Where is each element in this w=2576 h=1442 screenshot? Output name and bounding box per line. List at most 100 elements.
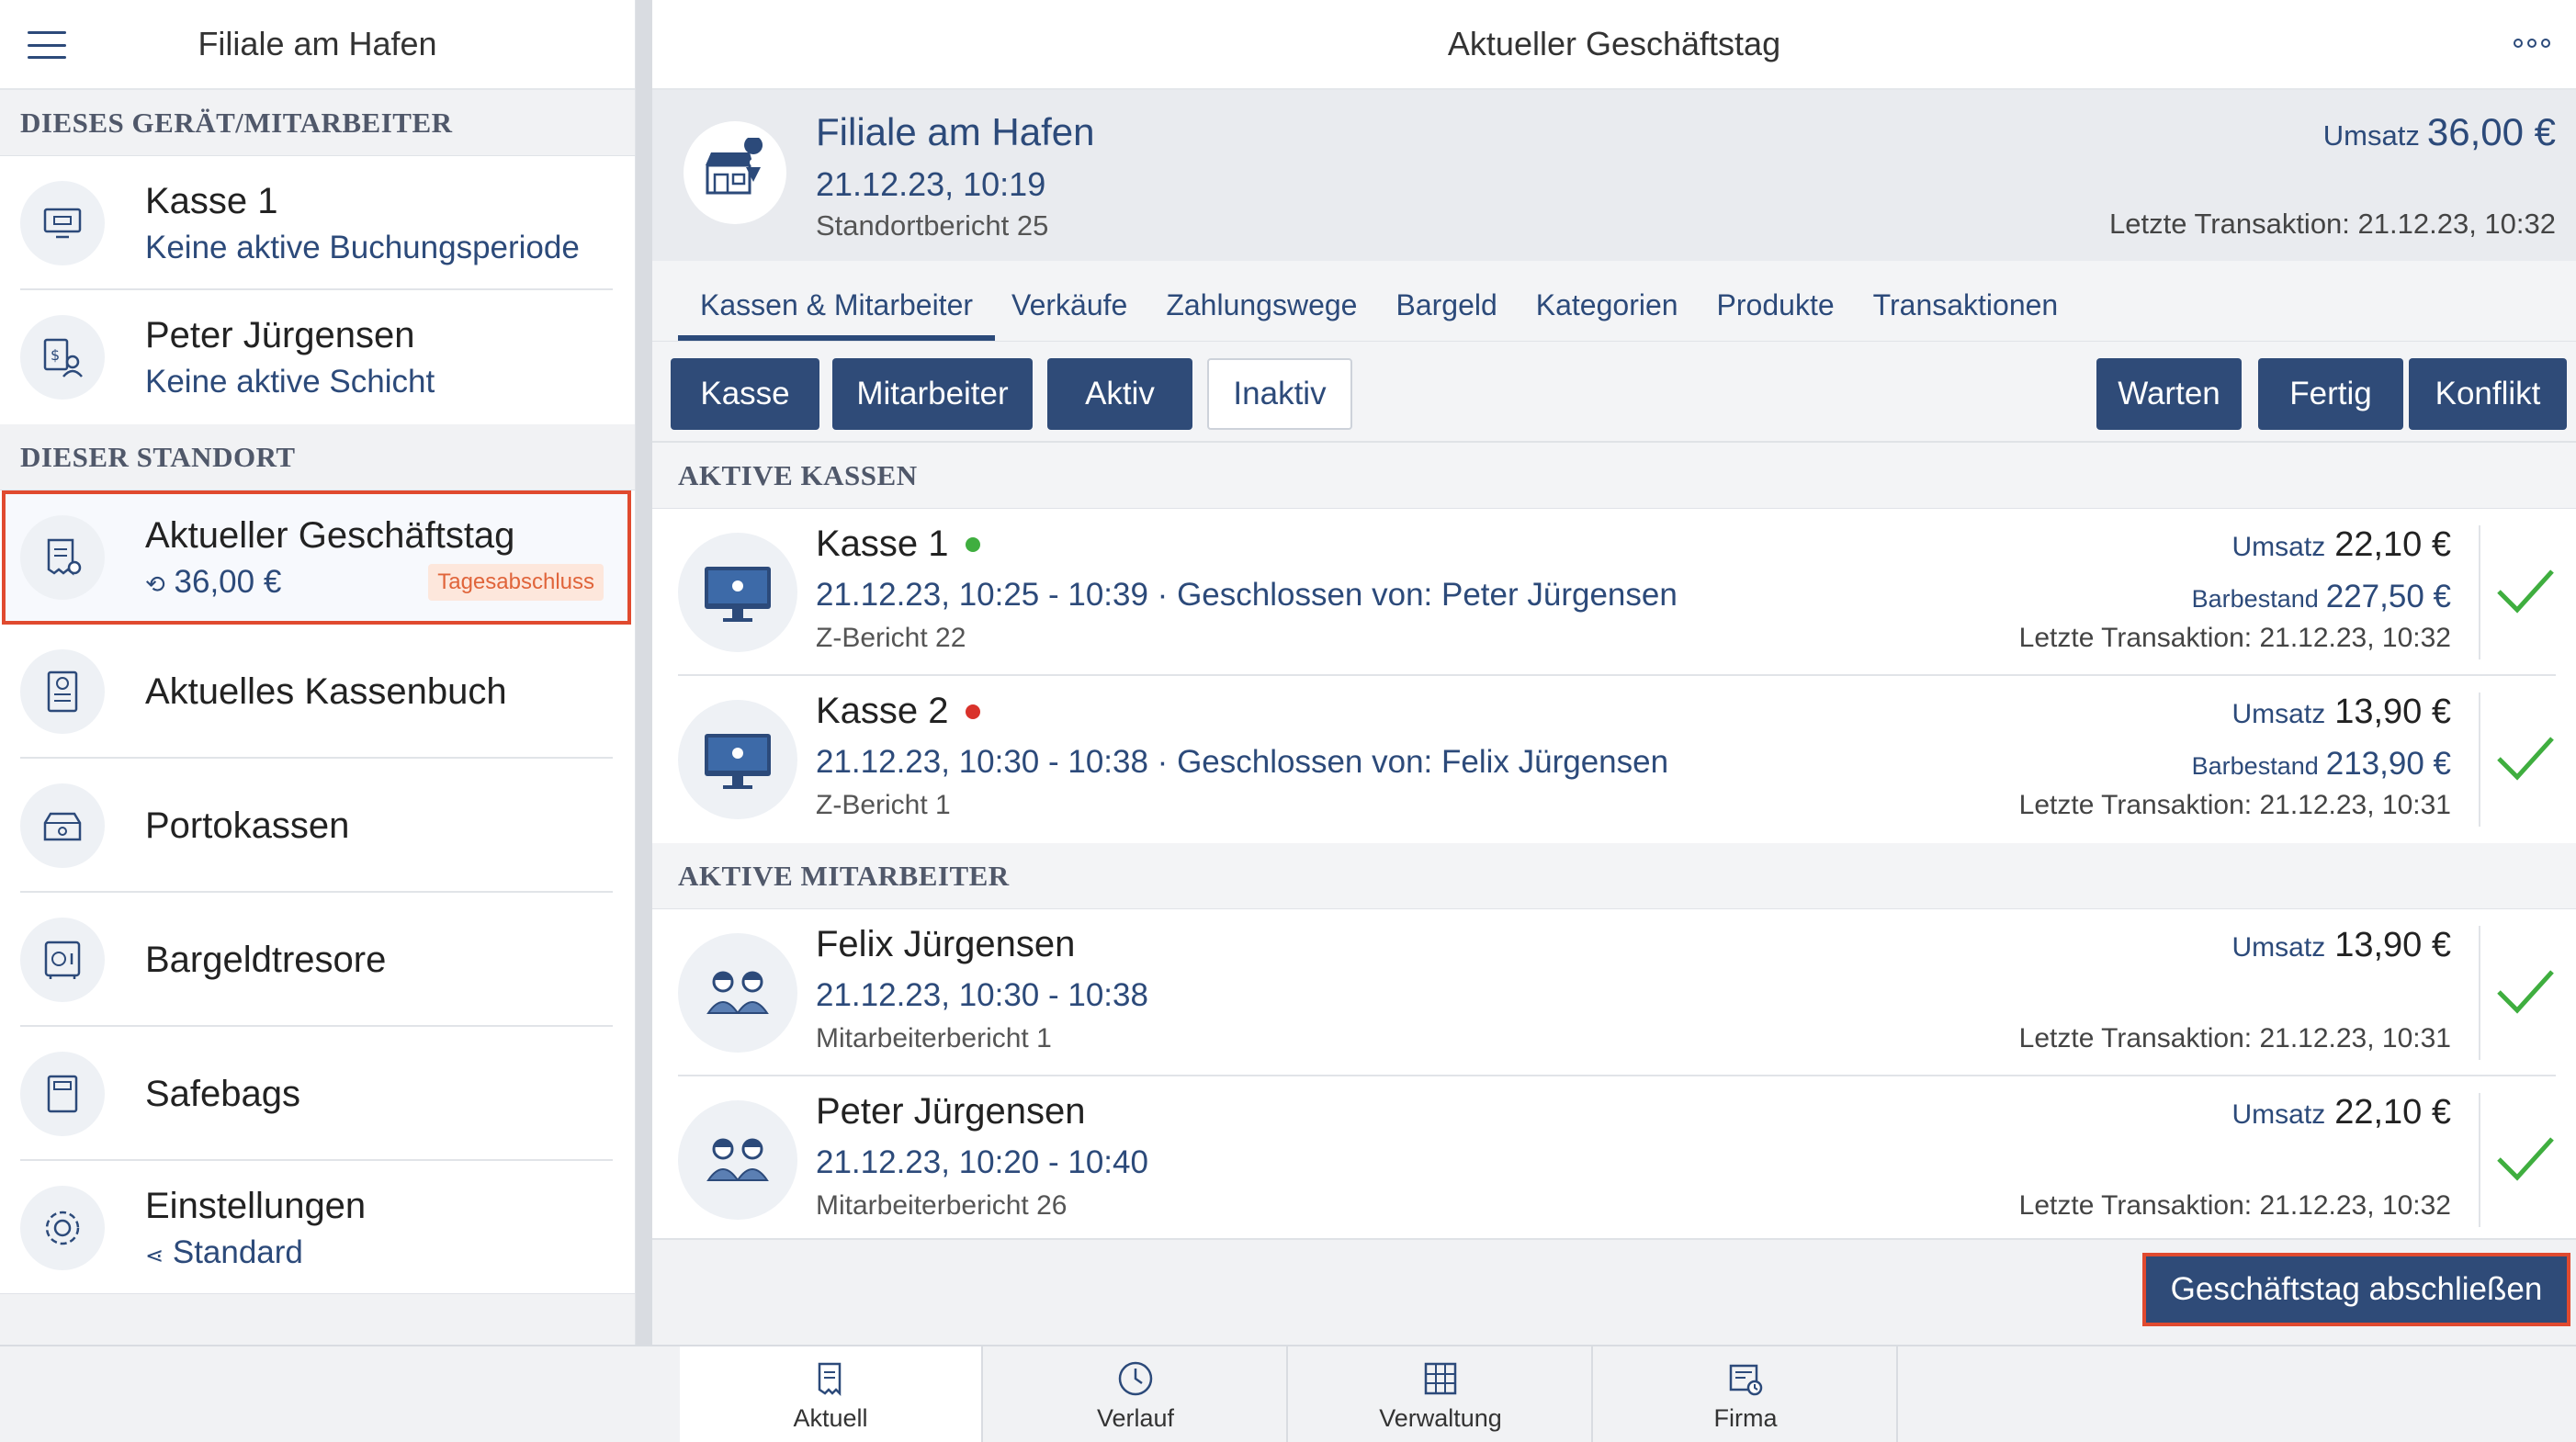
register-row[interactable]: Kasse 2 21.12.23, 10:30 - 10:38 · Geschl… [652,676,2576,843]
filter-bar: Kasse Mitarbeiter Aktiv Inaktiv Warten F… [652,342,2576,443]
section-location: DIESER STANDORT [0,424,635,490]
filter-register-button[interactable]: Kasse [671,358,819,430]
receipt-icon [20,515,105,600]
main-panel: Aktueller Geschäftstag Filiale am Hafen … [652,0,2576,1345]
pane-splitter[interactable] [636,0,652,1345]
sidebar-item-petty-cash[interactable]: Portokassen [0,759,635,893]
register-period: 21.12.23, 10:25 - 10:39 · Geschlossen vo… [816,577,1678,613]
location-date: 21.12.23, 10:19 [816,165,1046,203]
register-icon [20,181,105,265]
page-title: Aktueller Geschäftstag [1447,25,1781,62]
filter-waiting-button[interactable]: Warten [2096,358,2242,430]
nav-label: Aktuell [793,1403,868,1432]
filter-conflict-button[interactable]: Konflikt [2409,358,2567,430]
register-cash-balance: Barbestand 213,90 € [2191,746,2451,782]
sidebar-item-title: Einstellungen [145,1185,367,1226]
sidebar-item-current-business-day[interactable]: Aktueller Geschäftstag ⟲ 36,00 € Tagesab… [2,490,631,625]
cashbook-icon [20,649,105,734]
main-footer: Geschäftstag abschließen [652,1238,2576,1345]
sidebar-item-subtitle: ⋖ Standard [145,1234,303,1270]
check-icon [2497,970,2554,1014]
sidebar-item-subtitle: Keine aktive Schicht [145,363,435,400]
employee-last-transaction: Letzte Transaktion: 21.12.23, 10:31 [2018,1023,2451,1053]
sidebar-item-safes[interactable]: Bargeldtresore [0,893,635,1027]
status-dot [965,536,980,552]
register-name: Kasse 1 [816,524,980,565]
bottom-navigation: Aktuell Verlauf Verwaltung Firma [0,1345,2576,1442]
nav-label: Firma [1713,1403,1778,1432]
register-cash-balance: Barbestand 227,50 € [2191,579,2451,614]
sidebar-header: Filiale am Hafen [0,0,635,90]
filter-active-button[interactable]: Aktiv [1047,358,1192,430]
sidebar-item-employee[interactable]: $ Peter Jürgensen Keine aktive Schicht [0,290,635,424]
clock-icon [1118,1361,1153,1395]
company-icon [1729,1364,1763,1395]
nav-company[interactable]: Firma [1595,1346,1898,1442]
sidebar-item-title: Bargeldtresore [145,939,387,980]
employee-shift-icon: $ [20,315,105,400]
register-row[interactable]: Kasse 1 21.12.23, 10:25 - 10:39 · Geschl… [652,509,2576,676]
sidebar-item-title: Safebags [145,1073,301,1114]
nav-current[interactable]: Aktuell [680,1346,983,1442]
check-icon [2497,1137,2554,1181]
more-options-icon[interactable] [2514,39,2550,48]
location-last-transaction: Letzte Transaktion: 21.12.23, 10:32 [2108,208,2556,240]
filter-inactive-button[interactable]: Inaktiv [1207,358,1352,430]
menu-icon[interactable] [28,31,66,59]
sidebar-item-safebags[interactable]: Safebags [0,1027,635,1161]
employee-row[interactable]: Felix Jürgensen 21.12.23, 10:30 - 10:38 … [652,909,2576,1076]
tab-payment-methods[interactable]: Zahlungswege [1153,288,1370,341]
tab-registers-employees[interactable]: Kassen & Mitarbeiter [677,288,996,341]
sidebar-item-settings[interactable]: Einstellungen ⋖ Standard [0,1161,635,1295]
employee-row[interactable]: Peter Jürgensen 21.12.23, 10:20 - 10:40 … [652,1076,2576,1244]
sidebar-item-title: Peter Jürgensen [145,314,415,355]
register-name: Kasse 2 [816,691,980,732]
register-report: Z-Bericht 1 [816,790,951,820]
tab-bar: Kassen & Mitarbeiter Verkäufe Zahlungswe… [652,261,2576,342]
employee-report: Mitarbeiterbericht 1 [816,1023,1052,1053]
status-badge: Tagesabschluss [428,564,604,601]
status-dot [965,704,980,719]
sidebar-item-register[interactable]: Kasse 1 Keine aktive Buchungsperiode [0,156,635,290]
tab-categories[interactable]: Kategorien [1523,288,1691,341]
employee-report: Mitarbeiterbericht 26 [816,1190,1068,1221]
employees-icon [678,933,797,1053]
location-report: Standortbericht 25 [816,209,1049,242]
svg-text:$: $ [51,346,60,364]
store-location-icon [684,121,786,224]
nav-administration[interactable]: Verwaltung [1290,1346,1593,1442]
tab-cash[interactable]: Bargeld [1383,288,1509,341]
location-name: Filiale am Hafen [816,110,1095,153]
tab-sales[interactable]: Verkäufe [999,288,1140,341]
location-revenue: Umsatz 36,00 € [2322,110,2556,153]
register-last-transaction: Letzte Transaktion: 21.12.23, 10:32 [2018,623,2451,653]
tab-transactions[interactable]: Transaktionen [1860,288,2072,341]
close-business-day-button[interactable]: Geschäftstag abschließen [2142,1253,2570,1326]
sidebar-item-title: Aktueller Geschäftstag [145,514,515,556]
sidebar-item-title: Aktuelles Kassenbuch [145,670,507,712]
employee-revenue: Umsatz 13,90 € [2231,926,2451,964]
register-revenue: Umsatz 22,10 € [2231,525,2451,564]
safebag-icon [20,1052,105,1136]
filter-employee-button[interactable]: Mitarbeiter [832,358,1033,430]
computer-icon [678,700,797,819]
employee-shift-time: 21.12.23, 10:30 - 10:38 [816,977,1148,1013]
sidebar: Filiale am Hafen DIESES GERÄT/MITARBEITE… [0,0,636,1345]
sidebar-item-subtitle: Keine aktive Buchungsperiode [145,229,580,265]
section-device-employee: DIESES GERÄT/MITARBEITER [0,90,635,156]
sidebar-item-cashbook[interactable]: Aktuelles Kassenbuch [0,625,635,759]
share-icon: ⋖ [145,1243,164,1268]
tab-products[interactable]: Produkte [1704,288,1847,341]
check-icon [2497,569,2554,614]
employee-last-transaction: Letzte Transaktion: 21.12.23, 10:32 [2018,1190,2451,1221]
main-header: Aktueller Geschäftstag [652,0,2576,90]
employee-revenue: Umsatz 22,10 € [2231,1093,2451,1132]
register-report: Z-Bericht 22 [816,623,966,653]
filter-done-button[interactable]: Fertig [2258,358,2403,430]
section-active-employees: AKTIVE MITARBEITER [652,843,2576,909]
employee-shift-time: 21.12.23, 10:20 - 10:40 [816,1144,1148,1180]
coins-icon: ⟲ [145,569,165,598]
nav-history[interactable]: Verlauf [985,1346,1288,1442]
register-revenue: Umsatz 13,90 € [2231,693,2451,731]
register-period: 21.12.23, 10:30 - 10:38 · Geschlossen vo… [816,744,1669,780]
